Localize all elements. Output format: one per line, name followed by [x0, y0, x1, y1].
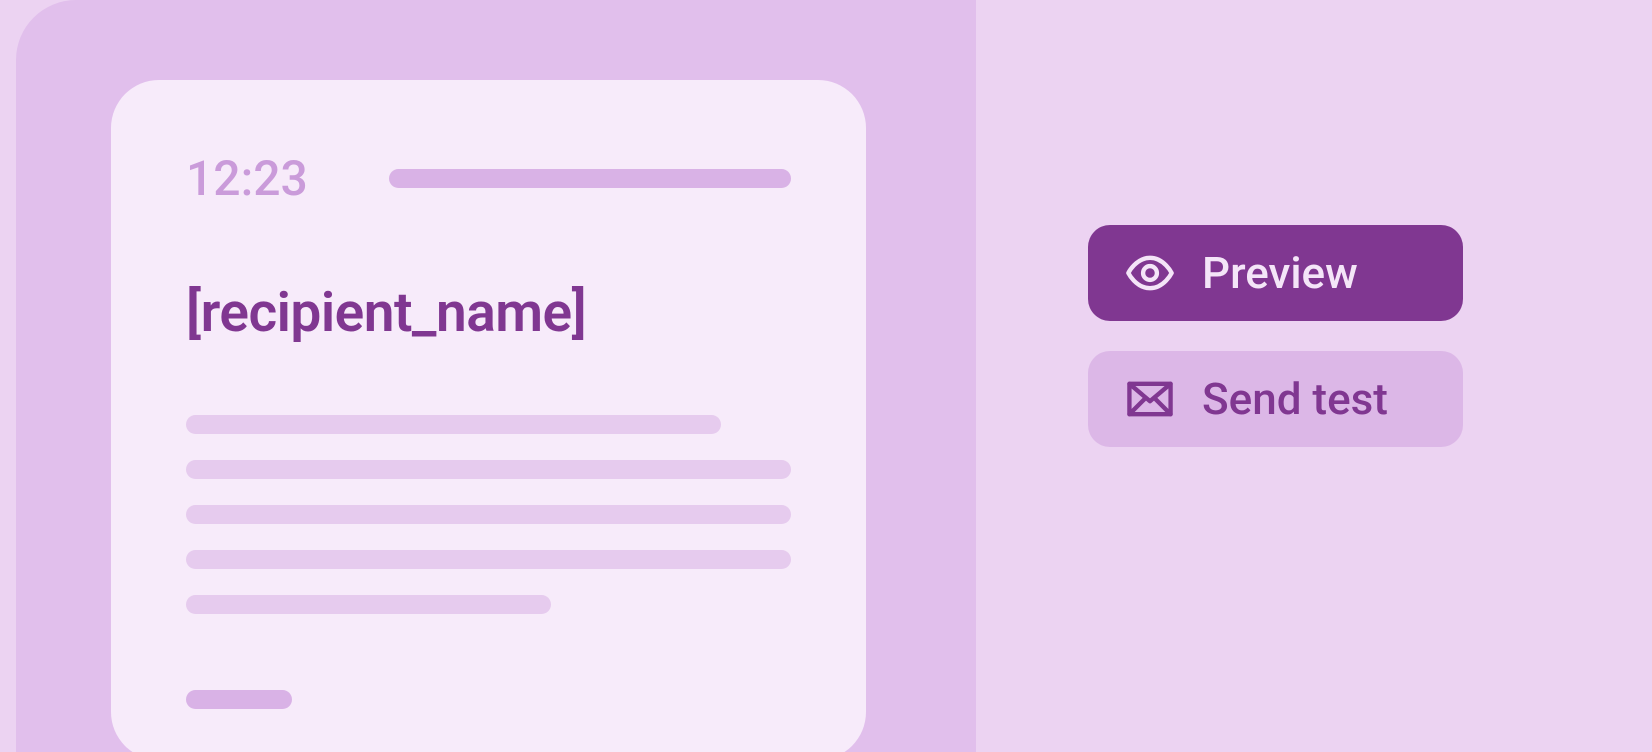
- preview-button-label: Preview: [1202, 247, 1358, 299]
- eye-icon: [1124, 247, 1176, 299]
- body-line-placeholder: [186, 550, 791, 569]
- mail-icon: [1124, 373, 1176, 425]
- preview-button[interactable]: Preview: [1088, 225, 1463, 321]
- document-preview-card: 12:23 [recipient_name]: [111, 80, 866, 752]
- actions-panel: Preview Send test: [976, 0, 1652, 752]
- action-buttons-group: Preview Send test: [1088, 225, 1463, 447]
- header-subject-placeholder: [389, 169, 791, 188]
- send-test-button-label: Send test: [1202, 373, 1388, 425]
- send-test-button[interactable]: Send test: [1088, 351, 1463, 447]
- editor-panel: 12:23 [recipient_name]: [16, 0, 976, 752]
- time-label: 12:23: [186, 150, 308, 207]
- body-line-placeholder: [186, 415, 721, 434]
- body-line-placeholder: [186, 505, 791, 524]
- body-content-placeholder: [186, 415, 791, 709]
- body-line-placeholder: [186, 595, 551, 614]
- document-header: 12:23: [186, 150, 791, 207]
- body-line-placeholder: [186, 460, 791, 479]
- signature-placeholder: [186, 690, 292, 709]
- recipient-name-placeholder: [recipient_name]: [186, 281, 791, 345]
